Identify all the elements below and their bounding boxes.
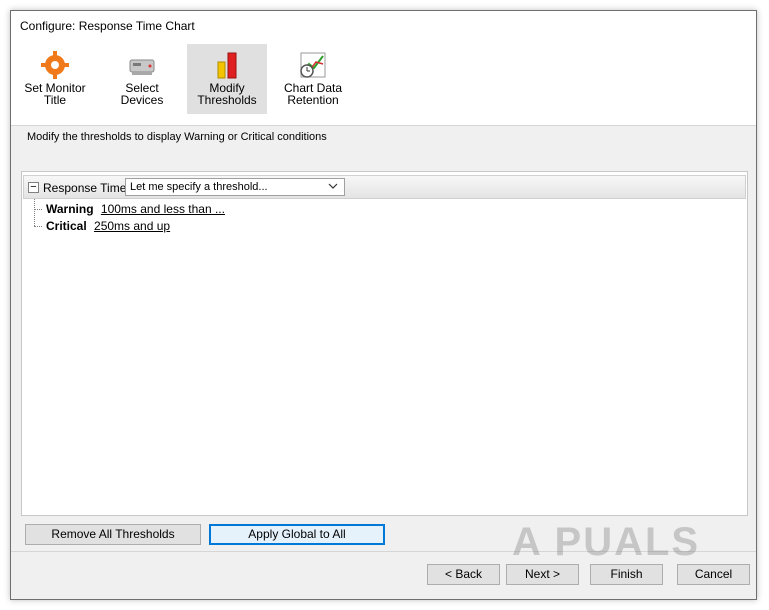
tree-branch-line [34, 226, 42, 227]
collapse-icon[interactable]: − [28, 182, 39, 193]
warning-value-link[interactable]: 100ms and less than ... [101, 202, 225, 216]
step-label-line2: Devices [120, 93, 164, 107]
threshold-mode-select[interactable]: Let me specify a threshold... [125, 178, 345, 196]
chevron-down-icon [328, 183, 338, 189]
tree-branch-line [34, 199, 35, 226]
critical-threshold-row: Critical 250ms and up [46, 219, 170, 233]
configure-dialog: Configure: Response Time Chart Set Monit… [10, 10, 757, 600]
footer-divider [11, 551, 756, 552]
step-modify-thresholds[interactable]: Modify Thresholds [187, 44, 267, 114]
step-label-line2: Thresholds [197, 93, 257, 107]
response-time-label: Response Time: [43, 181, 130, 195]
critical-value-link[interactable]: 250ms and up [94, 219, 170, 233]
threshold-tree-panel: − Response Time: Let me specify a thresh… [21, 171, 748, 516]
wizard-steps: Set Monitor Title Select Devices Modify … [11, 42, 756, 126]
dialog-title: Configure: Response Time Chart [11, 11, 756, 42]
step-label-line2: Retention [287, 93, 339, 107]
warning-threshold-row: Warning 100ms and less than ... [46, 202, 225, 216]
step-select-devices[interactable]: Select Devices [102, 44, 182, 114]
chart-retention-icon [300, 52, 326, 78]
remove-all-thresholds-button[interactable]: Remove All Thresholds [25, 524, 201, 545]
step-label-line2: Title [43, 93, 67, 107]
instruction-text: Modify the thresholds to display Warning… [27, 131, 327, 143]
critical-label: Critical [46, 219, 87, 233]
device-icon [129, 59, 155, 75]
warning-label: Warning [46, 202, 94, 216]
step-chart-data-retention[interactable]: Chart Data Retention [273, 44, 353, 114]
gear-icon [41, 51, 69, 79]
tree-branch-line [34, 209, 42, 210]
step-set-monitor-title[interactable]: Set Monitor Title [15, 44, 95, 114]
cancel-button[interactable]: Cancel [677, 564, 750, 585]
finish-button[interactable]: Finish [590, 564, 663, 585]
back-button[interactable]: < Back [427, 564, 500, 585]
tree-node-response-time: − Response Time: Let me specify a thresh… [23, 175, 746, 199]
select-value: Let me specify a threshold... [130, 181, 268, 193]
thresholds-icon [217, 52, 237, 79]
apply-global-to-all-button[interactable]: Apply Global to All [209, 524, 385, 545]
next-button[interactable]: Next > [506, 564, 579, 585]
